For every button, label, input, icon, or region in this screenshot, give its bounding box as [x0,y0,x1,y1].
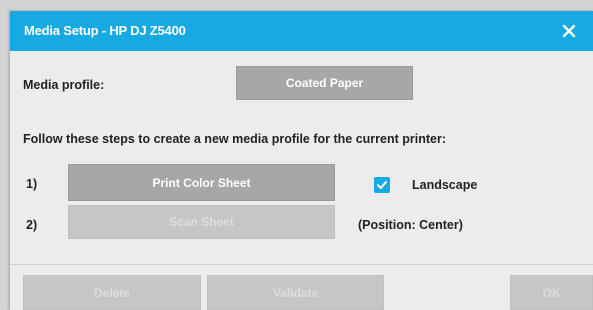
title-bar: Media Setup - HP DJ Z5400 [10,11,593,51]
dialog-title: Media Setup - HP DJ Z5400 [24,23,186,38]
position-note: (Position: Center) [358,218,463,232]
step-2-number: 2) [26,218,38,232]
instructions-text: Follow these steps to create a new media… [23,132,447,146]
media-setup-dialog: Media Setup - HP DJ Z5400 Media profile:… [10,11,593,310]
media-profile-button[interactable]: Coated Paper [236,66,413,100]
validate-button[interactable]: Validate [207,275,384,310]
step-1-number: 1) [26,177,38,191]
landscape-checkbox[interactable] [374,177,390,193]
print-color-sheet-button[interactable]: Print Color Sheet [68,164,335,201]
delete-button[interactable]: Delete [23,275,201,310]
ok-button[interactable]: OK [510,275,593,310]
checkmark-icon [377,181,387,189]
media-profile-label: Media profile: [23,78,105,92]
close-icon[interactable] [555,17,583,45]
scan-sheet-button[interactable]: Scan Sheet [68,205,335,239]
footer-separator [10,264,593,265]
landscape-label: Landscape [412,178,478,192]
